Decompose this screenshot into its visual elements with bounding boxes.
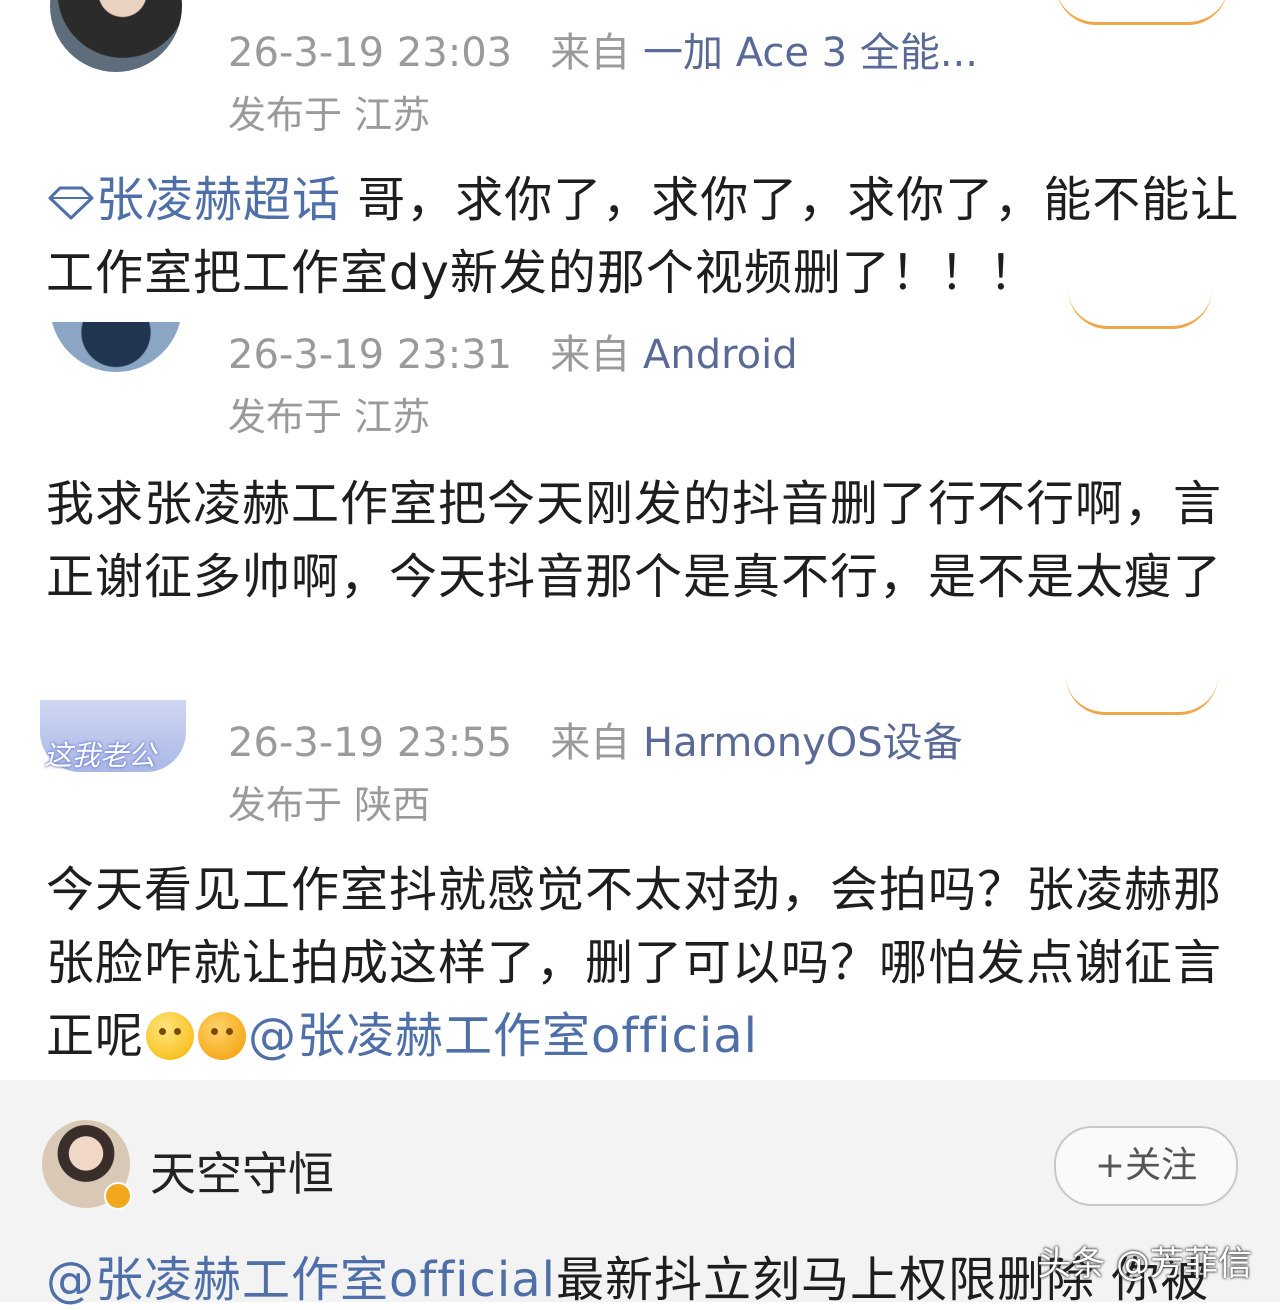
diamond-icon (48, 186, 94, 220)
from-label: 来自 (550, 30, 631, 76)
mention-link[interactable]: @张凌赫工作室official (248, 1008, 758, 1064)
decorative-arc (1056, 0, 1228, 25)
device-source[interactable]: 一加 Ace 3 全能... (643, 30, 978, 76)
comment-time: 26-3-19 23:03 (228, 30, 513, 76)
comment-text: 今天看见工作室抖就感觉不太对劲，会拍吗？张凌赫那张脸咋就让拍成这样了，删了可以吗… (46, 854, 1246, 1073)
smile-emoji-icon (146, 1012, 195, 1060)
topic-label: 张凌赫超话 (96, 172, 342, 228)
watermark: 头条 @芳菲信 (1037, 1244, 1252, 1284)
comment-text: 我求张凌赫工作室把今天刚发的抖音删了行不行啊，言正谢征多帅啊，今天抖音那个是真不… (46, 468, 1246, 614)
follow-button[interactable]: +关注 (1054, 1126, 1238, 1206)
verified-badge-icon (104, 1182, 132, 1210)
comment-location: 发布于 江苏 (228, 395, 431, 439)
comment-text: 张凌赫超话 哥，求你了，求你了，求你了，能不能让工作室把工作室dy新发的那个视频… (46, 164, 1246, 310)
from-label: 来自 (550, 332, 631, 378)
avatar-caption: 这我老公 (44, 739, 157, 772)
topic-link[interactable]: 张凌赫超话 (46, 172, 341, 228)
username[interactable]: 天空守恒 (150, 1138, 334, 1204)
decorative-arc (1066, 676, 1218, 715)
comment-meta: 26-3-19 23:55 来自 HarmonyOS设备 (228, 710, 963, 768)
device-source[interactable]: HarmonyOS设备 (643, 720, 963, 766)
comment-meta: 26-3-19 23:03 来自 一加 Ace 3 全能... (228, 20, 978, 78)
comment-location: 发布于 陕西 (228, 783, 431, 827)
comment-body: 我求张凌赫工作室把今天刚发的抖音删了行不行啊，言正谢征多帅啊，今天抖音那个是真不… (46, 476, 1223, 605)
mention-link[interactable]: @张凌赫工作室official (46, 1252, 556, 1308)
from-label: 来自 (550, 720, 631, 766)
device-source[interactable]: Android (643, 332, 798, 378)
comment-time: 26-3-19 23:31 (228, 332, 513, 378)
comment-location: 发布于 江苏 (228, 93, 431, 137)
hug-emoji-icon (198, 1012, 247, 1060)
comment-meta: 26-3-19 23:31 来自 Android (228, 322, 798, 380)
decorative-arc (1068, 288, 1212, 329)
comment-time: 26-3-19 23:55 (228, 720, 513, 766)
post-text: @张凌赫工作室official最新抖立刻马上权限删除 你被 (46, 1240, 1209, 1310)
avatar[interactable] (50, 0, 182, 72)
